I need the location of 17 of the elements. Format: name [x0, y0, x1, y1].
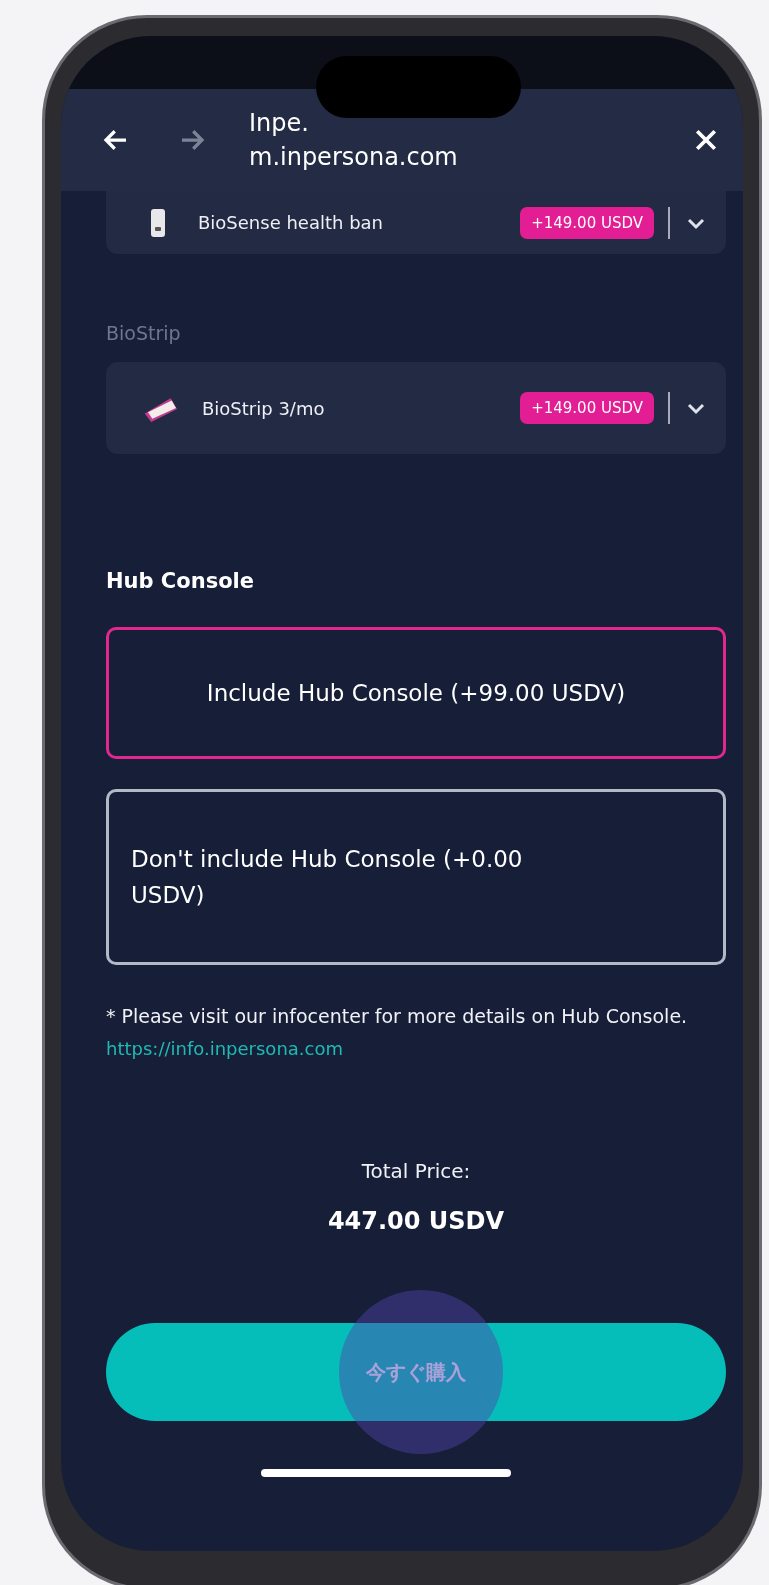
info-link[interactable]: https://info.inpersona.com	[106, 1038, 726, 1059]
price-badge: +149.00 USDV	[520, 206, 654, 239]
device-icon	[148, 206, 168, 239]
section-heading: Hub Console	[106, 569, 256, 593]
total-label: Total Price:	[360, 1159, 472, 1183]
product-select[interactable]: BioStrip 3/mo +149.00 USDV	[106, 362, 726, 454]
product-name: BioStrip 3/mo	[202, 397, 325, 419]
page-url: m.inpersona.com	[249, 142, 458, 173]
product-select[interactable]: BioSense health ban +149.00 USDV	[106, 191, 726, 254]
option-card[interactable]: Don't include Hub Console (+0.00 USDV)	[106, 789, 726, 965]
info-note: * Please visit our infocenter for more details on Hub Console.	[106, 1004, 689, 1029]
page-title: Inpe.	[249, 108, 310, 139]
total-amount: 447.00 USDV	[326, 1207, 506, 1235]
price-badge: +149.00 USDV	[520, 392, 654, 424]
option-card[interactable]: Include Hub Console (+99.00 USDV)	[106, 627, 726, 759]
product-name: BioSense health ban	[198, 212, 383, 233]
field-label: BioStrip	[106, 322, 182, 344]
